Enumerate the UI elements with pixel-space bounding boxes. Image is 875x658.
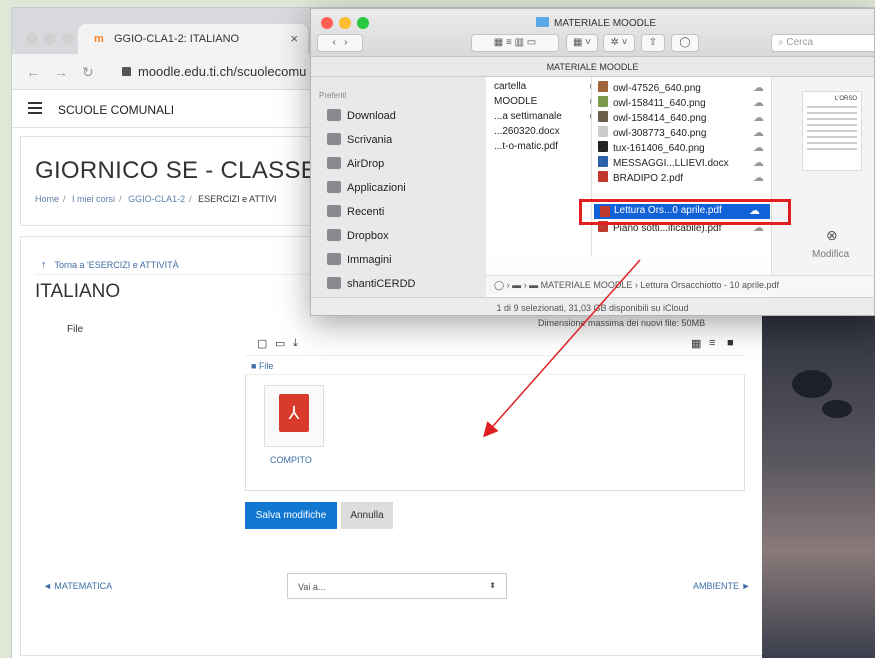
annotation-arrow xyxy=(483,259,641,438)
